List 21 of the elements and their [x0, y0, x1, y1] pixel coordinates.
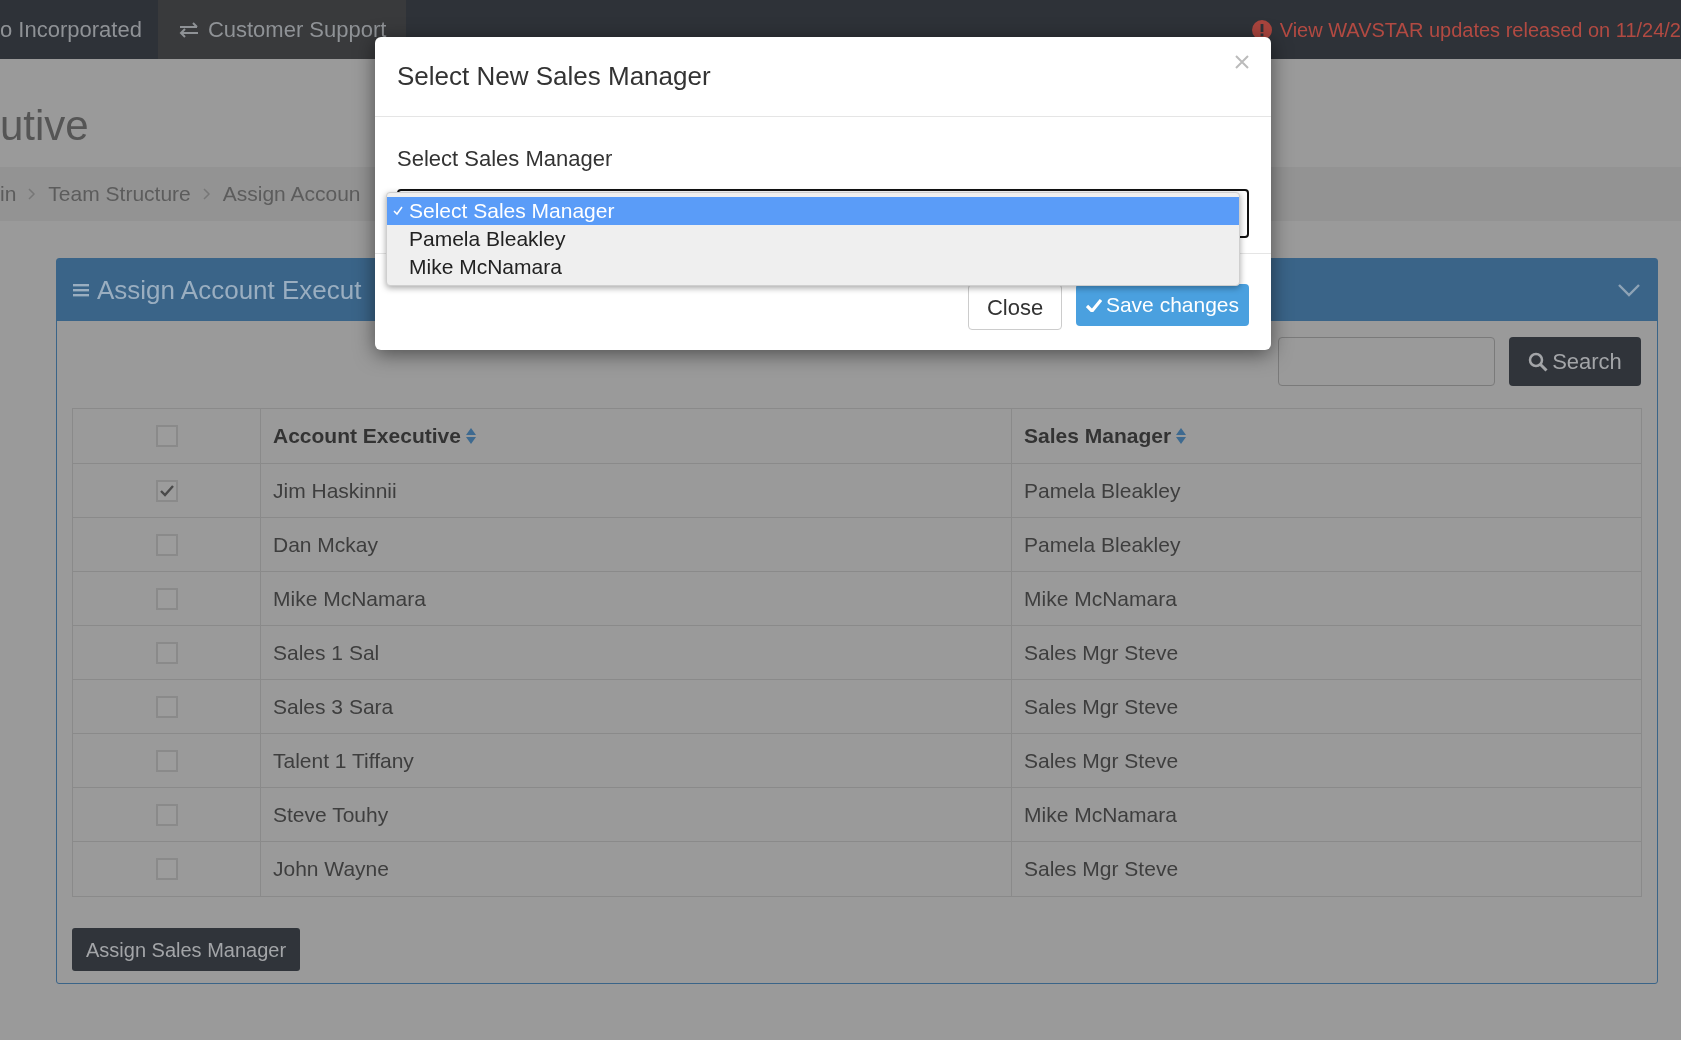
table-cell-text: Sales Mgr Steve — [1024, 747, 1179, 774]
company-name: o Incorporated — [0, 16, 143, 44]
table-cell-text: Dan Mckay — [273, 531, 379, 558]
table-cell-text: Talent 1 Tiffany — [273, 747, 414, 774]
table-cell-text: Steve Touhy — [273, 801, 389, 828]
table-cell-text: Mike McNamara — [1024, 585, 1177, 612]
panel-title: Assign Account Execut — [97, 273, 362, 307]
table-cell-text: Sales 1 Sal — [273, 639, 380, 666]
modal-title: Select New Sales Manager — [397, 60, 711, 93]
field-label: Select Sales Manager — [397, 145, 613, 173]
page-title: utive — [0, 101, 89, 151]
table-cell-text: Mike McNamara — [273, 585, 426, 612]
table-cell-text: John Wayne — [273, 856, 389, 883]
table-cell-text: Sales 3 Sara — [273, 693, 394, 720]
table-cell-text: Jim Haskinnii — [273, 477, 397, 504]
table-cell-text: Mike McNamara — [1024, 801, 1177, 828]
table-cell-text: Pamela Bleakley — [1024, 531, 1181, 558]
table-cell-text: Pamela Bleakley — [1024, 477, 1181, 504]
table-cell-text: Sales Mgr Steve — [1024, 639, 1179, 666]
table-cell-text: Sales Mgr Steve — [1024, 693, 1179, 720]
table-cell-text: Sales Mgr Steve — [1024, 856, 1179, 883]
